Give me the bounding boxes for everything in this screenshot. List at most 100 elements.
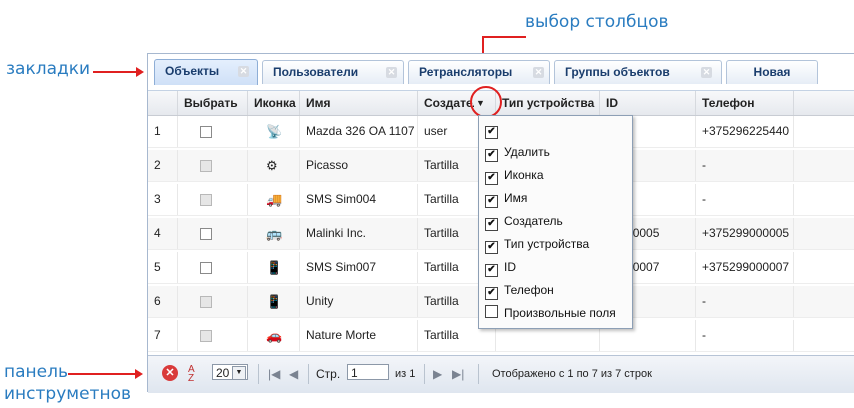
- column-menu-label: ID: [504, 260, 516, 274]
- column-menu-item[interactable]: ✔ Имя: [485, 189, 528, 208]
- row-number: 6: [148, 286, 178, 317]
- row-name: Mazda 326 OA 1107: [300, 116, 418, 147]
- column-menu-item[interactable]: ✔ ID: [485, 258, 516, 277]
- truck-icon: 🚚: [266, 192, 283, 208]
- row-name: Picasso: [300, 150, 418, 181]
- column-menu-item[interactable]: ✔ Удалить: [485, 143, 550, 162]
- col-header-device[interactable]: Тип устройства: [496, 91, 600, 115]
- satellite-dish-icon: 📡: [266, 124, 283, 140]
- toolbar-callout-line2: инструметнов: [4, 384, 131, 404]
- column-chooser-callout-line: [482, 36, 526, 38]
- row-select-cell: [178, 116, 248, 147]
- column-menu-item[interactable]: ✔ Создатель: [485, 212, 563, 231]
- column-chooser-highlight: [470, 86, 502, 118]
- column-menu-checkbox[interactable]: ✔: [485, 195, 498, 208]
- school-bus-icon: 🚌: [266, 226, 283, 242]
- column-menu-item[interactable]: Произвольные поля: [485, 304, 616, 322]
- tab-label: Группы объектов: [565, 65, 670, 79]
- row-checkbox[interactable]: [200, 159, 212, 172]
- grid-toolbar: ✕ AZ 20 ▼ |◀ ◀ Стр. 1 из 1 ▶ ▶| Отображе…: [148, 355, 854, 393]
- row-icon-cell: 🚌: [248, 218, 300, 249]
- row-number: 2: [148, 150, 178, 181]
- column-menu-item[interactable]: ✔ Телефон: [485, 281, 554, 300]
- column-menu-checkbox[interactable]: ✔: [485, 149, 498, 162]
- close-icon[interactable]: ✕: [533, 67, 544, 78]
- prev-page-icon[interactable]: ◀: [289, 365, 298, 383]
- page-number-input[interactable]: 1: [347, 364, 389, 380]
- column-menu-checkbox[interactable]: [485, 305, 498, 318]
- row-number: 1: [148, 116, 178, 147]
- delete-icon[interactable]: ✕: [162, 365, 178, 381]
- sort-az-icon[interactable]: AZ: [188, 365, 195, 384]
- column-menu-checkbox[interactable]: ✔: [485, 287, 498, 300]
- row-checkbox[interactable]: [200, 295, 212, 308]
- col-header-name[interactable]: Имя: [300, 91, 418, 115]
- row-icon-cell: 🚗: [248, 320, 300, 351]
- page-of-label: из 1: [395, 368, 416, 380]
- toolbar-callout-line1: панель: [4, 362, 68, 382]
- close-icon[interactable]: ✕: [238, 66, 249, 77]
- row-checkbox[interactable]: [200, 125, 212, 138]
- page-size-select[interactable]: 20 ▼: [212, 364, 248, 380]
- row-name: Malinki Inc.: [300, 218, 418, 249]
- toolbar-callout-arrow: [68, 369, 143, 379]
- column-menu-label: Иконка: [504, 168, 544, 182]
- tab-relays[interactable]: Ретрансляторы ✕: [408, 60, 550, 84]
- column-menu-item[interactable]: ✔: [485, 120, 504, 139]
- col-header-select[interactable]: Выбрать: [178, 91, 248, 115]
- column-menu-item[interactable]: ✔ Иконка: [485, 166, 544, 185]
- next-page-icon[interactable]: ▶: [433, 365, 442, 383]
- status-text: Отображено с 1 по 7 из 7 строк: [492, 368, 652, 380]
- row-phone: +375299000007: [696, 252, 794, 283]
- chevron-down-icon[interactable]: ▼: [232, 366, 246, 380]
- col-header-num: [148, 91, 178, 115]
- column-menu-item[interactable]: ✔ Тип устройства: [485, 235, 590, 254]
- column-menu-checkbox[interactable]: ✔: [485, 172, 498, 185]
- tab-objects[interactable]: Объекты ✕: [154, 59, 258, 85]
- row-checkbox[interactable]: [200, 193, 212, 206]
- column-menu-checkbox[interactable]: ✔: [485, 241, 498, 254]
- row-number: 4: [148, 218, 178, 249]
- column-menu-checkbox[interactable]: ✔: [485, 126, 498, 139]
- row-icon-cell: 🚚: [248, 184, 300, 215]
- row-icon-cell: 📱: [248, 286, 300, 317]
- tab-object-groups[interactable]: Группы объектов ✕: [554, 60, 722, 84]
- row-phone: -: [696, 320, 794, 351]
- column-menu-label: Имя: [504, 191, 528, 205]
- column-menu-label: Тип устройства: [504, 237, 590, 251]
- column-chooser-callout: выбор столбцов: [525, 12, 669, 32]
- tabs-callout: закладки: [6, 59, 91, 79]
- column-menu-checkbox[interactable]: ✔: [485, 264, 498, 277]
- row-checkbox[interactable]: [200, 261, 212, 274]
- row-select-cell: [178, 184, 248, 215]
- row-icon-cell: 📱: [248, 252, 300, 283]
- row-name: SMS Sim007: [300, 252, 418, 283]
- tab-label: Ретрансляторы: [419, 65, 513, 79]
- row-icon-cell: ⚙: [248, 150, 300, 181]
- column-menu-label: Телефон: [504, 283, 554, 297]
- toolbar-separator: [424, 364, 425, 384]
- row-number: 3: [148, 184, 178, 215]
- first-page-icon[interactable]: |◀: [268, 365, 280, 383]
- row-number: 5: [148, 252, 178, 283]
- row-select-cell: [178, 218, 248, 249]
- column-menu-checkbox[interactable]: ✔: [485, 218, 498, 231]
- column-chooser-menu: ✔ ✔ Удалить ✔ Иконка ✔ Имя ✔ Создатель ✔ Тип устро…: [478, 115, 633, 329]
- page-number-value: 1: [351, 366, 358, 380]
- row-checkbox[interactable]: [200, 329, 212, 342]
- last-page-icon[interactable]: ▶|: [452, 365, 464, 383]
- row-checkbox[interactable]: [200, 227, 212, 240]
- close-icon[interactable]: ✕: [701, 67, 712, 78]
- tab-label: Объекты: [165, 64, 220, 78]
- col-header-id[interactable]: ID: [600, 91, 696, 115]
- row-name: SMS Sim004: [300, 184, 418, 215]
- tire-icon: ⚙: [266, 158, 278, 174]
- tab-users[interactable]: Пользователи ✕: [262, 60, 404, 84]
- phone-device-icon: 📱: [266, 294, 283, 310]
- red-car-icon: 🚗: [266, 328, 283, 344]
- col-header-icon[interactable]: Иконка: [248, 91, 300, 115]
- tab-new[interactable]: Новая: [726, 60, 818, 84]
- close-icon[interactable]: ✕: [386, 67, 397, 78]
- col-header-phone[interactable]: Телефон: [696, 91, 794, 115]
- row-number: 7: [148, 320, 178, 351]
